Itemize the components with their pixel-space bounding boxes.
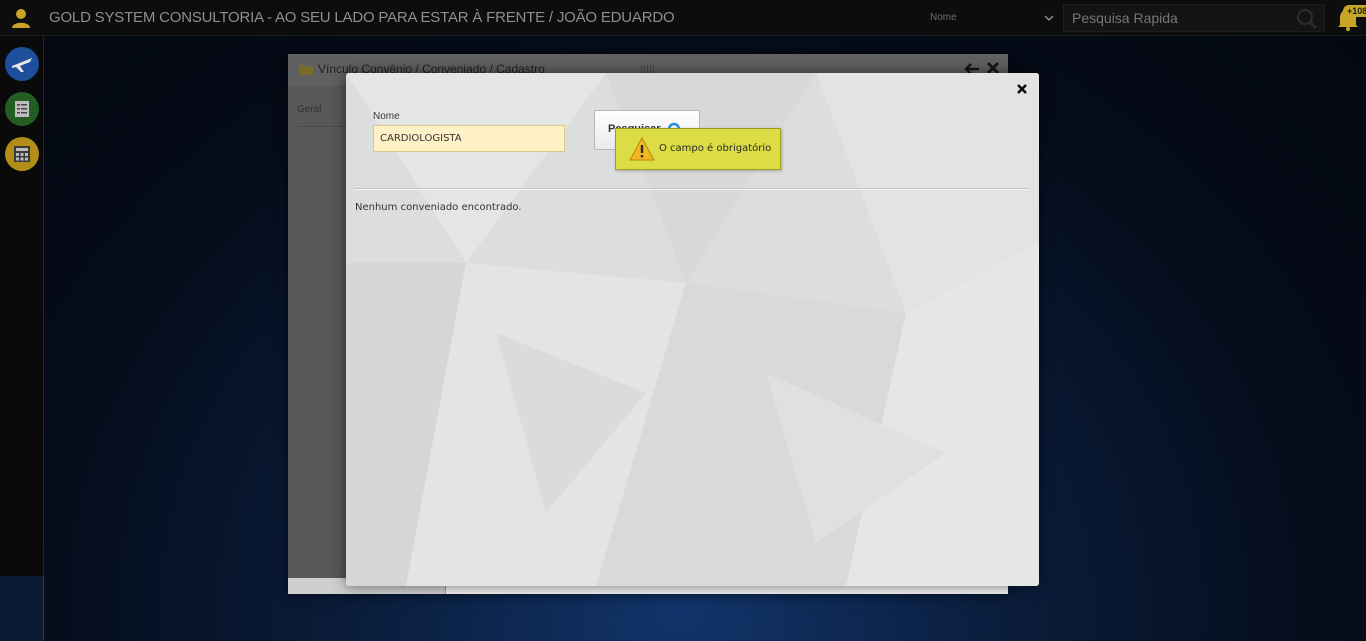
tab-underline <box>297 126 347 127</box>
validation-message: O campo é obrigatório <box>659 143 772 154</box>
user-avatar-icon[interactable] <box>8 5 34 31</box>
folder-icon <box>299 65 313 75</box>
sidebar-item-travel[interactable] <box>5 47 39 81</box>
sidebar-footer <box>0 576 44 641</box>
search-filter-select[interactable]: Nome <box>922 8 1058 28</box>
search-filter-value: Nome <box>930 12 957 23</box>
tab-geral[interactable]: Geral <box>297 104 321 115</box>
left-sidebar <box>0 36 44 641</box>
drag-handle-icon[interactable] <box>640 65 656 73</box>
search-icon[interactable] <box>1296 8 1318 30</box>
document-list-icon <box>15 101 29 117</box>
notifications-button[interactable]: +108 <box>1333 3 1366 33</box>
notifications-badge: +108 <box>1343 5 1366 17</box>
search-conveniado-dialog: Nome Pesquisar O campo é obrigatório Nen… <box>346 73 1039 586</box>
section-divider <box>354 188 1030 190</box>
plane-icon <box>12 58 32 72</box>
app-title: GOLD SYSTEM CONSULTORIA - AO SEU LADO PA… <box>49 9 675 26</box>
top-bar: GOLD SYSTEM CONSULTORIA - AO SEU LADO PA… <box>0 0 1366 36</box>
nome-label: Nome <box>373 111 400 122</box>
validation-tooltip: O campo é obrigatório <box>615 128 781 170</box>
close-icon[interactable] <box>1015 82 1029 96</box>
warning-icon <box>629 137 655 161</box>
quick-search-input[interactable] <box>1063 4 1325 32</box>
empty-result-message: Nenhum conveniado encontrado. <box>355 202 522 213</box>
sidebar-item-documents[interactable] <box>5 92 39 126</box>
nome-input[interactable] <box>373 125 565 152</box>
chevron-down-icon <box>1044 15 1054 22</box>
calculator-icon <box>14 146 30 162</box>
sidebar-item-calculator[interactable] <box>5 137 39 171</box>
